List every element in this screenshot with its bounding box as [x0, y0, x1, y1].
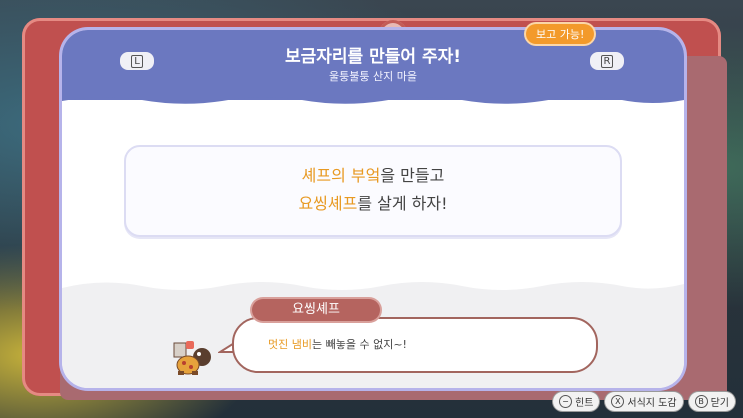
controller-hints: − 힌트 X 서식지 도감 B 닫기 [553, 392, 735, 411]
header-wave [62, 92, 684, 104]
minus-button-icon: − [559, 395, 572, 408]
habitat-guide-button[interactable]: X 서식지 도감 [605, 392, 683, 411]
speaker-name: 요씽셰프 [252, 299, 380, 321]
r-key-icon: R [600, 54, 614, 68]
goal-box: 셰프의 부엌을 만들고 요씽셰프를 살게 하자! [124, 145, 622, 237]
goal-text-1: 을 만들고 [380, 166, 445, 185]
l-key-icon: L [131, 54, 143, 68]
close-button[interactable]: B 닫기 [688, 392, 735, 411]
speech-bubble: 멋진 냄비는 빼놓을 수 없지~! [232, 317, 598, 373]
close-label: 닫기 [710, 398, 729, 409]
goal-highlight-1: 셰프의 부엌 [301, 166, 381, 185]
page-subtitle: 울퉁불퉁 산지 마을 [329, 70, 417, 83]
goal-line-1: 셰프의 부엌을 만들고 [126, 162, 620, 190]
x-button-icon: X [611, 395, 625, 408]
goal-highlight-2: 요씽셰프 [298, 194, 358, 213]
hint-button[interactable]: − 힌트 [553, 392, 600, 411]
goal-line-2: 요씽셰프를 살게 하자! [126, 190, 620, 218]
chef-avatar-icon [173, 341, 211, 375]
dialogue-rest: 는 빼놓을 수 없지~! [311, 338, 407, 351]
dialogue-highlight: 멋진 냄비 [268, 338, 312, 351]
dialogue-text: 멋진 냄비는 빼놓을 수 없지~! [268, 336, 407, 352]
next-page-button[interactable]: R [590, 52, 624, 70]
b-button-icon: B [694, 395, 708, 408]
report-available-badge: 보고 가능! [526, 24, 595, 44]
hint-label: 힌트 [575, 398, 594, 409]
habitat-guide-label: 서식지 도감 [627, 398, 677, 409]
goal-text-2: 를 살게 하자! [357, 194, 448, 213]
prev-page-button[interactable]: L [120, 52, 154, 70]
